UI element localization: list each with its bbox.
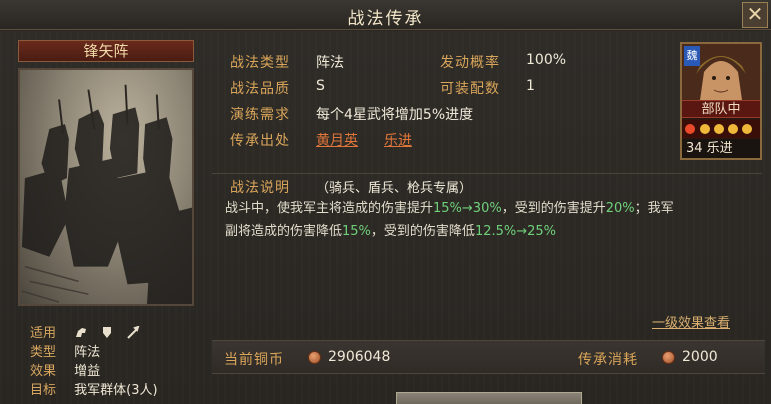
quality-label: 战法品质 bbox=[230, 81, 290, 97]
desc-text-segment: ；我军 bbox=[634, 201, 674, 216]
attr-effect-value: 增益 bbox=[74, 364, 101, 379]
inherit-button[interactable] bbox=[396, 392, 582, 404]
skill-artwork bbox=[18, 68, 194, 306]
hero-faction-badge: 魏 bbox=[684, 46, 700, 66]
source-hero-link[interactable]: 黄月英 bbox=[316, 130, 358, 150]
attr-type-value: 阵法 bbox=[74, 345, 101, 360]
cavalry-icon bbox=[76, 328, 87, 337]
quality-value: S bbox=[316, 78, 325, 94]
hero-star-icon bbox=[742, 124, 752, 134]
hero-star-icon bbox=[700, 124, 710, 134]
attr-effect-key: 效果 bbox=[30, 364, 57, 379]
attr-type-key: 类型 bbox=[30, 345, 57, 360]
description-label: 战法说明 bbox=[230, 180, 290, 196]
close-button[interactable]: ✕ bbox=[742, 2, 768, 28]
type-value: 阵法 bbox=[316, 55, 344, 71]
type-label: 战法类型 bbox=[230, 55, 290, 71]
copper-coin-icon bbox=[308, 351, 321, 364]
attr-target-key: 目标 bbox=[30, 383, 57, 398]
hero-portrait[interactable]: 魏 部队中 34 乐进 bbox=[680, 42, 762, 160]
attr-arms-key: 适用 bbox=[30, 326, 57, 341]
hero-unit-label: 部队中 bbox=[682, 100, 760, 118]
spear-icon bbox=[127, 326, 140, 339]
attr-row-type: 类型 阵法 bbox=[30, 341, 101, 360]
desc-text-segment: 副将造成的伤害降低 bbox=[225, 224, 343, 239]
window-title: 战法传承 bbox=[347, 9, 424, 29]
description-arms-note: （骑兵、盾兵、枪兵专属） bbox=[316, 181, 473, 196]
hero-stars bbox=[682, 120, 760, 138]
coins-value: 2906048 bbox=[328, 349, 391, 365]
slots-label: 可装配数 bbox=[440, 81, 500, 97]
footer-bar: 当前铜币 2906048 传承消耗 2000 bbox=[212, 340, 765, 374]
rate-value: 100% bbox=[526, 52, 567, 68]
source-hero-link[interactable]: 乐进 bbox=[384, 130, 412, 150]
desc-text-segment: ，受到的伤害降低 bbox=[370, 224, 475, 239]
attr-target-value: 我军群体(3人) bbox=[74, 383, 158, 398]
hero-star-icon bbox=[714, 124, 724, 134]
desc-highlight-value: 12.5%→25% bbox=[474, 224, 557, 239]
desc-highlight-value: 15%→30% bbox=[433, 201, 502, 216]
shield-icon bbox=[103, 327, 112, 338]
level-one-effect-link[interactable]: 一级效果查看 bbox=[652, 312, 730, 331]
attr-row-effect: 效果 增益 bbox=[30, 360, 101, 379]
hero-star-icon bbox=[728, 124, 738, 134]
source-label: 传承出处 bbox=[230, 133, 290, 149]
requirement-label: 演练需求 bbox=[230, 107, 290, 123]
hero-star-icon bbox=[685, 124, 695, 134]
desc-highlight-value: 15% bbox=[342, 224, 371, 239]
coins-label: 当前铜币 bbox=[224, 352, 284, 368]
copper-coin-icon bbox=[662, 351, 675, 364]
skill-name: 锋矢阵 bbox=[18, 40, 194, 62]
hero-level-name: 34 乐进 bbox=[682, 139, 760, 158]
desc-text-segment: 战斗中，使我军主将造成的伤害提升 bbox=[225, 201, 434, 216]
cost-value: 2000 bbox=[682, 349, 718, 365]
divider bbox=[212, 173, 762, 174]
description-text: 战斗中，使我军主将造成的伤害提升15%→30%，受到的伤害提升20%；我军 副将… bbox=[225, 197, 755, 243]
desc-highlight-value: 20% bbox=[605, 201, 635, 216]
attr-row-arms: 适用 bbox=[30, 322, 148, 341]
rate-label: 发动概率 bbox=[440, 55, 500, 71]
title-bar: 战法传承 ✕ bbox=[0, 0, 771, 30]
requirement-value: 每个4星武将增加5%进度 bbox=[316, 107, 474, 123]
slots-value: 1 bbox=[526, 78, 535, 94]
cost-label: 传承消耗 bbox=[578, 352, 638, 368]
attr-row-target: 目标 我军群体(3人) bbox=[30, 379, 158, 398]
desc-text-segment: ，受到的伤害提升 bbox=[501, 201, 606, 216]
